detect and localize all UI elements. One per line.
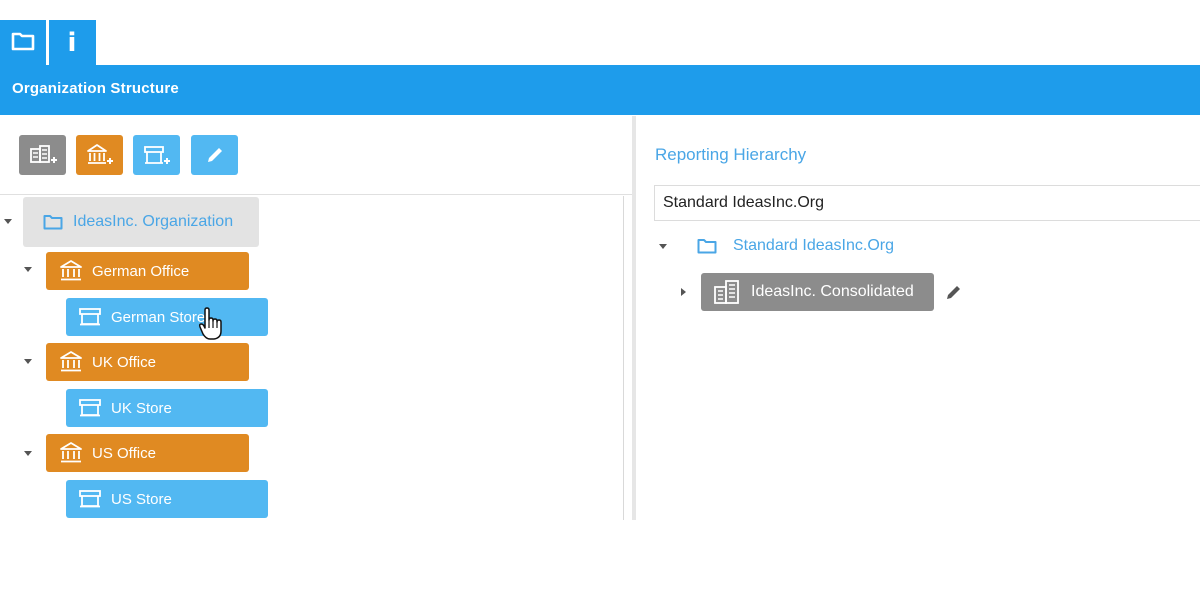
tree-toolbar xyxy=(0,116,632,195)
hierarchy-root-node[interactable]: Standard IdeasInc.Org xyxy=(697,235,894,257)
consolidated-expander[interactable] xyxy=(681,288,686,296)
edit-button[interactable] xyxy=(191,135,238,175)
tree-node-uk-office[interactable]: UK Office xyxy=(46,343,249,381)
tree-node-us-office[interactable]: US Office xyxy=(46,434,249,472)
uk-office-expander[interactable] xyxy=(24,359,32,364)
add-store-button[interactable] xyxy=(133,135,180,175)
tree-node-german-store[interactable]: German Store xyxy=(66,298,268,336)
german-office-expander[interactable] xyxy=(24,267,32,272)
store-icon xyxy=(78,398,102,418)
bank-icon xyxy=(59,260,83,282)
add-store-icon xyxy=(142,144,172,166)
pencil-icon xyxy=(204,144,226,166)
reporting-hierarchy-title: Reporting Hierarchy xyxy=(655,145,807,164)
tab-info[interactable]: i xyxy=(46,20,95,66)
tree-root-label: IdeasInc. Organization xyxy=(73,213,234,230)
office-label: US Office xyxy=(92,444,156,462)
folder-icon xyxy=(43,214,63,230)
info-icon: i xyxy=(67,28,77,58)
page-title: Organization Structure xyxy=(12,80,179,97)
edit-node-pencil-icon[interactable] xyxy=(945,283,963,306)
view-tabs: i xyxy=(0,20,96,66)
bank-icon xyxy=(59,442,83,464)
hierarchy-root-expander[interactable] xyxy=(659,244,667,249)
store-label: German Store xyxy=(111,308,206,326)
add-entity-button[interactable] xyxy=(19,135,66,175)
tree-node-german-office[interactable]: German Office xyxy=(46,252,249,290)
tree-node-us-store[interactable]: US Store xyxy=(66,480,268,518)
tree-root-node[interactable]: IdeasInc. Organization xyxy=(23,197,259,247)
tree-scrollbar[interactable] xyxy=(623,196,624,520)
store-icon xyxy=(78,307,102,327)
store-label: US Store xyxy=(111,490,172,508)
folder-icon xyxy=(11,31,35,56)
hierarchy-node-consolidated[interactable]: IdeasInc. Consolidated xyxy=(701,273,934,311)
hierarchy-root-label: Standard IdeasInc.Org xyxy=(733,237,894,254)
add-bank-icon xyxy=(85,143,115,167)
us-office-expander[interactable] xyxy=(24,451,32,456)
hand-cursor-icon xyxy=(198,307,224,346)
add-office-button[interactable] xyxy=(76,135,123,175)
page-footer-area xyxy=(0,520,1200,600)
building-icon xyxy=(713,279,741,305)
bank-icon xyxy=(59,351,83,373)
add-building-icon xyxy=(28,144,58,166)
tree-node-uk-store[interactable]: UK Store xyxy=(66,389,268,427)
panel-divider[interactable] xyxy=(632,116,636,520)
office-label: German Office xyxy=(92,262,190,280)
folder-icon xyxy=(697,238,717,254)
tab-folder[interactable] xyxy=(0,20,46,66)
title-bar: Organization Structure xyxy=(0,65,1200,115)
store-label: UK Store xyxy=(111,399,172,417)
root-expander[interactable] xyxy=(4,219,12,224)
hierarchy-select-input[interactable] xyxy=(654,185,1200,221)
office-label: UK Office xyxy=(92,353,156,371)
consolidated-label: IdeasInc. Consolidated xyxy=(751,283,914,300)
store-icon xyxy=(78,489,102,509)
